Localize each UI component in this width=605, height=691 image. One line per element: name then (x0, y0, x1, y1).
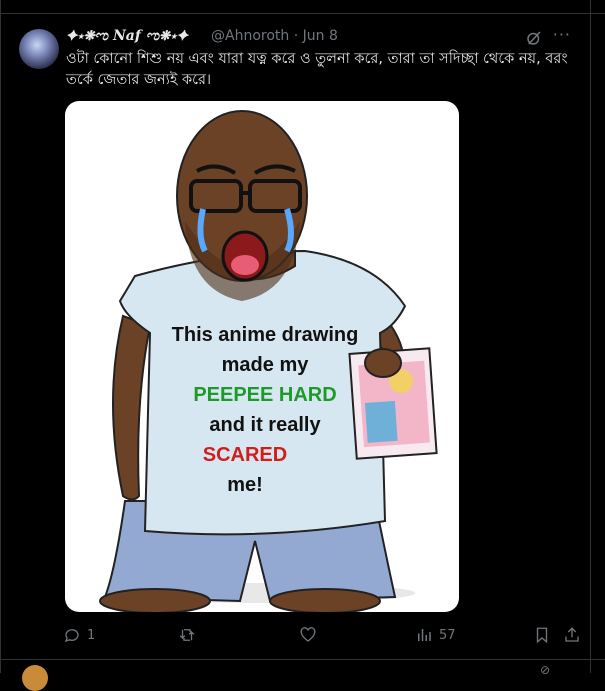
reply-button[interactable]: 1 (63, 626, 95, 644)
shirt-line-1: This anime drawing (172, 324, 359, 346)
share-button[interactable] (563, 626, 581, 644)
bookmark-icon (536, 627, 548, 644)
bookmark-button[interactable] (533, 626, 551, 644)
avatar[interactable] (19, 29, 59, 69)
next-tweet-avatar[interactable] (22, 665, 48, 691)
shirt-line-2: made my (222, 354, 310, 376)
tweet-image[interactable]: This anime drawing made my PEEPEE HARD a… (65, 101, 459, 612)
tweet[interactable]: ✦⋆❋ಌ 𝑵𝒂𝒇 ಌ❋⋆✦ @Ahnoroth · Jun 8 ··· ওটা … (0, 14, 591, 660)
tweet-header: ✦⋆❋ಌ 𝑵𝒂𝒇 ಌ❋⋆✦ @Ahnoroth · Jun 8 ··· (66, 25, 581, 50)
share-icon (565, 627, 579, 642)
next-tweet-grok-icon[interactable]: ⊘ (540, 663, 556, 677)
shirt-line-4: and it really (209, 414, 321, 436)
shirt-line-3: PEEPEE HARD (193, 384, 336, 406)
retweet-icon (179, 629, 195, 641)
reply-count: 1 (87, 627, 96, 643)
tweet-text: ওটা কোনো শিশু নয় এবং যারা যত্ন করে ও তু… (66, 51, 568, 88)
meme-illustration: This anime drawing made my PEEPEE HARD a… (99, 110, 438, 612)
shirt-line-6: me! (227, 474, 263, 496)
handle[interactable]: @Ahnoroth (211, 28, 289, 44)
tweet-actions: 1 57 (63, 626, 583, 650)
reply-icon (64, 629, 79, 643)
retweet-button[interactable] (178, 626, 202, 644)
like-button[interactable] (299, 626, 323, 644)
grok-icon[interactable] (525, 29, 543, 47)
separator: · (293, 28, 299, 44)
views-count: 57 (439, 627, 456, 643)
display-name[interactable]: ✦⋆❋ಌ 𝑵𝒂𝒇 ಌ❋⋆✦ (66, 28, 188, 44)
handle-date: @Ahnoroth · Jun 8 (211, 28, 338, 44)
more-icon[interactable]: ··· (553, 25, 571, 44)
shirt-line-5: SCARED (203, 444, 287, 466)
heart-icon (300, 627, 316, 642)
views-icon (418, 629, 431, 641)
timestamp[interactable]: Jun 8 (303, 28, 338, 44)
tweet-bottom-divider (0, 659, 605, 660)
views-button[interactable]: 57 (415, 626, 456, 644)
